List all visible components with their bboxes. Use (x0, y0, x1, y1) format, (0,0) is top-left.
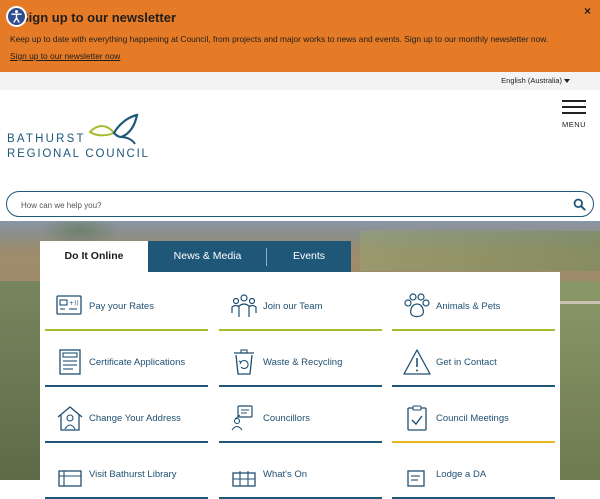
link-join-our-team[interactable]: Join our Team (219, 275, 382, 331)
link-pay-your-rates[interactable]: +)) Pay your Rates (45, 275, 208, 331)
item-label: Pay your Rates (89, 301, 154, 312)
search-icon[interactable] (573, 198, 586, 211)
house-person-icon (55, 405, 85, 431)
quick-links-panel: +)) Pay your Rates Join our Team Animals… (40, 272, 560, 480)
logo-text-regional-council: REGIONAL COUNCIL (7, 148, 150, 160)
link-certificate-applications[interactable]: Certificate Applications (45, 331, 208, 387)
hero-field (0, 281, 40, 480)
rates-card-icon: +)) (55, 293, 85, 319)
hamburger-icon (562, 100, 586, 102)
item-label: Visit Bathurst Library (89, 469, 176, 480)
tab-do-it-online[interactable]: Do It Online (40, 241, 148, 272)
hero-field (360, 231, 600, 271)
councillors-icon (229, 405, 259, 431)
language-bar: English (Australia) (0, 72, 600, 90)
item-label: Council Meetings (436, 413, 509, 424)
accessibility-icon[interactable] (6, 6, 27, 27)
link-whats-on[interactable]: What's On (219, 443, 382, 499)
newsletter-signup-link[interactable]: Sign up to our newsletter now (10, 51, 120, 61)
link-lodge-a-da[interactable]: Lodge a DA (392, 443, 555, 499)
language-selector[interactable]: English (Australia) (501, 76, 562, 85)
tab-news-media[interactable]: News & Media (148, 241, 267, 272)
link-animals-pets[interactable]: Animals & Pets (392, 275, 555, 331)
library-icon (55, 461, 85, 487)
search-input[interactable] (19, 198, 549, 212)
hamburger-icon-bar (562, 112, 586, 114)
banner-text: Keep up to date with everything happenin… (10, 34, 548, 44)
item-label: Councillors (263, 413, 310, 424)
link-waste-recycling[interactable]: Waste & Recycling (219, 331, 382, 387)
chevron-down-icon[interactable] (564, 79, 570, 83)
item-label: Certificate Applications (89, 357, 185, 368)
link-get-in-contact[interactable]: Get in Contact (392, 331, 555, 387)
link-change-your-address[interactable]: Change Your Address (45, 387, 208, 443)
butterfly-logo-icon (88, 113, 140, 147)
calendar-icon (229, 461, 259, 487)
hero-field (560, 281, 600, 480)
svg-text:+)): +)) (69, 300, 79, 307)
item-label: Change Your Address (89, 413, 181, 424)
recycle-bin-icon (229, 349, 259, 375)
clipboard-check-icon (402, 405, 432, 431)
link-visit-bathurst-library[interactable]: Visit Bathurst Library (45, 443, 208, 499)
hamburger-icon-bar (562, 106, 586, 108)
certificate-icon (55, 349, 85, 375)
document-edit-icon (402, 461, 432, 487)
hero-road (560, 301, 600, 304)
newsletter-banner: Sign up to our newsletter Keep up to dat… (0, 0, 600, 72)
item-label: Join our Team (263, 301, 323, 312)
search-bar (6, 191, 594, 217)
paw-icon (402, 293, 432, 319)
link-council-meetings[interactable]: Council Meetings (392, 387, 555, 443)
item-label: Animals & Pets (436, 301, 500, 312)
team-icon (229, 293, 259, 319)
banner-title: Sign up to our newsletter (20, 10, 176, 25)
logo-text-bathurst: BATHURST (7, 133, 86, 145)
item-label: Get in Contact (436, 357, 497, 368)
close-icon[interactable]: × (584, 4, 591, 18)
item-label: What's On (263, 469, 307, 480)
menu-label[interactable]: MENU (562, 120, 586, 129)
item-label: Lodge a DA (436, 469, 486, 480)
link-councillors[interactable]: Councillors (219, 387, 382, 443)
tab-divider (266, 248, 267, 266)
item-label: Waste & Recycling (263, 357, 342, 368)
alert-triangle-icon (402, 349, 432, 375)
tab-events[interactable]: Events (267, 241, 351, 272)
